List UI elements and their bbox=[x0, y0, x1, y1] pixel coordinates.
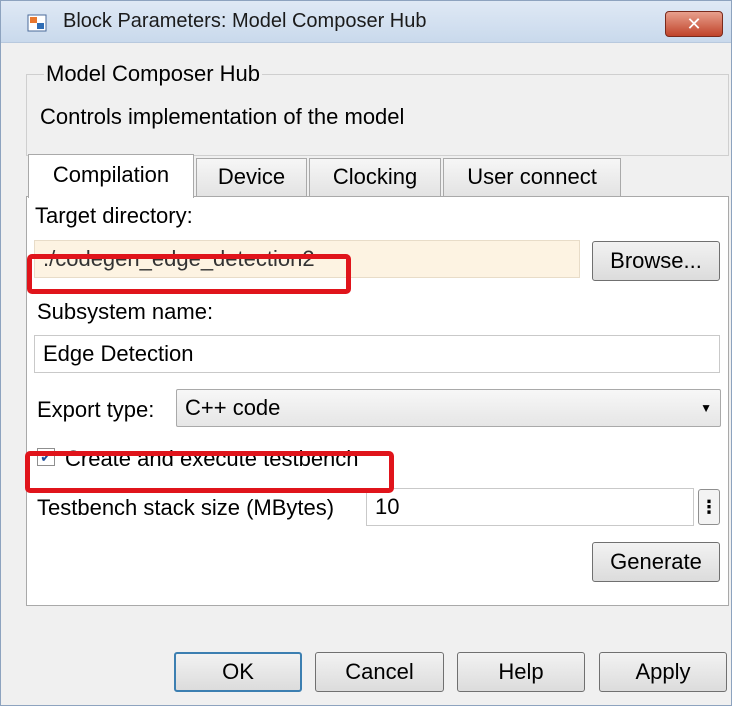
testbench-checkbox[interactable]: ✔ bbox=[37, 448, 55, 466]
browse-button[interactable]: Browse... bbox=[592, 241, 720, 281]
export-type-label: Export type: bbox=[37, 397, 155, 422]
stack-size-label: Testbench stack size (MBytes) bbox=[37, 495, 335, 520]
stack-size-field[interactable]: 10 bbox=[366, 488, 694, 526]
tab-compilation[interactable]: Compilation bbox=[28, 154, 194, 198]
target-directory-field[interactable]: ./codegen_edge_detection2 bbox=[34, 240, 580, 278]
close-button[interactable]: ✕ bbox=[665, 11, 723, 37]
cancel-button[interactable]: Cancel bbox=[315, 652, 444, 692]
export-type-select[interactable]: C++ code ▼ bbox=[176, 389, 721, 427]
checkmark-icon: ✔ bbox=[40, 449, 52, 465]
help-button[interactable]: Help bbox=[457, 652, 585, 692]
window-title: Block Parameters: Model Composer Hub bbox=[63, 10, 427, 32]
tab-user-connect[interactable]: User connect bbox=[443, 158, 621, 196]
chevron-down-icon: ▼ bbox=[700, 401, 712, 415]
export-type-value: C++ code bbox=[185, 395, 281, 420]
tab-label: Clocking bbox=[332, 164, 418, 189]
block-parameters-dialog: Block Parameters: Model Composer Hub ✕ M… bbox=[0, 0, 732, 706]
block-description: Controls implementation of the model bbox=[40, 104, 405, 129]
tab-label: Compilation bbox=[52, 162, 170, 187]
testbench-label[interactable]: Create and execute testbench bbox=[65, 446, 359, 472]
vertical-ellipsis-icon: ⋮ bbox=[700, 497, 718, 517]
tab-clocking[interactable]: Clocking bbox=[309, 158, 441, 196]
close-icon: ✕ bbox=[686, 14, 702, 34]
title-bar[interactable]: Block Parameters: Model Composer Hub ✕ bbox=[1, 1, 731, 43]
more-options-button[interactable]: ⋮ bbox=[698, 489, 720, 525]
target-directory-label: Target directory: bbox=[35, 203, 193, 228]
block-name-label: Model Composer Hub bbox=[44, 61, 262, 87]
subsystem-name-field[interactable]: Edge Detection bbox=[34, 335, 720, 373]
tab-label: User connect bbox=[467, 164, 597, 189]
simulink-block-icon bbox=[27, 14, 47, 32]
tab-label: Device bbox=[217, 164, 286, 189]
tab-device[interactable]: Device bbox=[196, 158, 307, 196]
apply-button[interactable]: Apply bbox=[599, 652, 727, 692]
subsystem-name-label: Subsystem name: bbox=[37, 299, 214, 324]
generate-button[interactable]: Generate bbox=[592, 542, 720, 582]
ok-button[interactable]: OK bbox=[174, 652, 302, 692]
